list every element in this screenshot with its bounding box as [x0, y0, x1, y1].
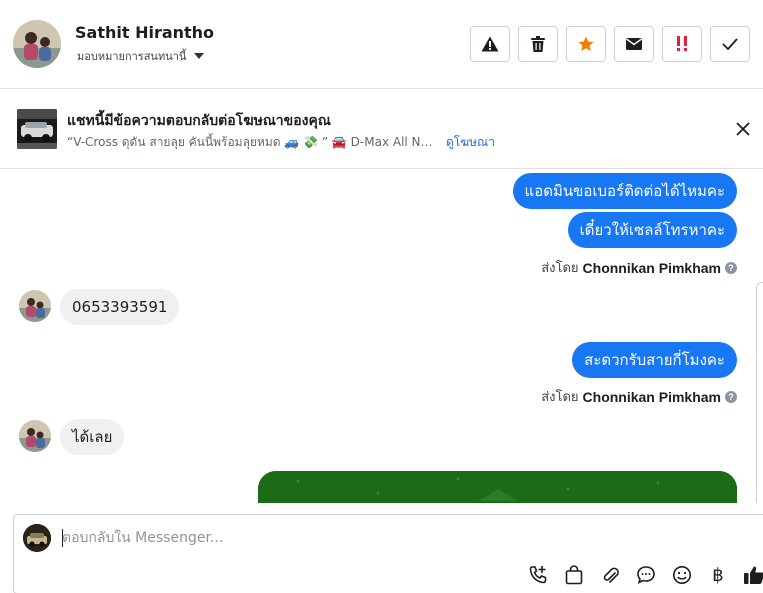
caret-down-icon — [194, 53, 205, 59]
help-icon[interactable]: ? — [725, 261, 737, 274]
contact-avatar[interactable] — [13, 20, 61, 68]
shop-button[interactable] — [556, 561, 592, 589]
contact-avatar-small — [19, 420, 51, 452]
view-ad-link[interactable]: ดูโฆษณา — [446, 133, 495, 152]
envelope-icon — [626, 38, 642, 50]
outgoing-image-message[interactable] — [258, 471, 737, 503]
call-add-button[interactable] — [520, 561, 556, 589]
message-composer: ฿ — [13, 514, 763, 593]
double-exclamation-icon — [677, 36, 687, 51]
star-icon — [578, 36, 594, 51]
mark-unread-button[interactable] — [614, 26, 654, 62]
sent-by-prefix: ส่งโดย — [541, 261, 579, 276]
assign-label: มอบหมายการสนทนานี้ — [77, 50, 187, 63]
incoming-message[interactable]: 0653393591 — [60, 289, 180, 325]
baht-icon: ฿ — [712, 564, 724, 586]
call-add-icon — [529, 566, 547, 584]
paperclip-icon — [603, 567, 619, 583]
outgoing-message[interactable]: สะดวกรับสายกี่โมงคะ — [572, 342, 737, 378]
sent-by-label: ส่งโดย Chonnikan Pimkham ? — [541, 386, 737, 407]
attach-file-button[interactable] — [592, 561, 628, 589]
chat-bubble-icon — [637, 566, 655, 585]
incoming-message[interactable]: ได้เลย — [60, 419, 125, 455]
delete-button[interactable] — [518, 26, 558, 62]
mark-done-button[interactable] — [710, 26, 750, 62]
message-thread[interactable]: แอดมินขอเบอร์ติดต่อได้ไหมคะ เดี๋ยวให้เซล… — [0, 170, 763, 503]
follow-up-button[interactable] — [662, 26, 702, 62]
star-button[interactable] — [566, 26, 606, 62]
conversation-header: Sathit Hirantho มอบหมายการสนทนานี้ — [0, 0, 763, 89]
outgoing-message[interactable]: เดี๋ยวให้เซลล์โทรหาคะ — [567, 212, 737, 248]
ad-thumbnail — [17, 109, 57, 149]
close-icon — [736, 122, 750, 136]
ad-banner-title: แชทนี้มีข้อความตอบกลับต่อโฆษณาของคุณ — [67, 113, 331, 129]
help-icon[interactable]: ? — [725, 390, 737, 403]
page-avatar — [23, 524, 51, 552]
contact-name: Sathit Hirantho — [75, 23, 215, 42]
reply-input[interactable] — [62, 527, 662, 549]
saved-replies-button[interactable] — [628, 561, 664, 589]
contact-avatar-small — [19, 290, 51, 322]
text-cursor — [62, 529, 63, 547]
report-spam-button[interactable] — [470, 26, 510, 62]
like-button[interactable] — [736, 561, 763, 589]
checkmark-icon — [722, 38, 738, 50]
sender-name: Chonnikan Pimkham — [582, 259, 721, 276]
sent-by-label: ส่งโดย Chonnikan Pimkham ? — [541, 257, 737, 278]
side-panel-handle[interactable] — [756, 282, 763, 503]
assign-conversation-dropdown[interactable]: มอบหมายการสนทนานี้ — [77, 47, 205, 65]
payment-button[interactable]: ฿ — [700, 561, 736, 589]
trash-icon — [531, 36, 545, 52]
close-banner-button[interactable] — [733, 119, 753, 139]
sender-name: Chonnikan Pimkham — [582, 388, 721, 405]
header-actions — [470, 26, 750, 62]
ad-reply-banner: แชทนี้มีข้อความตอบกลับต่อโฆษณาของคุณ “V-… — [0, 89, 763, 169]
ad-banner-subtitle: “V-Cross ดุดัน สายลุย คันนี้พร้อมลุยหมด … — [67, 135, 437, 149]
composer-toolbar: ฿ — [520, 561, 763, 589]
outgoing-message[interactable]: แอดมินขอเบอร์ติดต่อได้ไหมคะ — [512, 173, 737, 209]
thumbs-up-icon — [744, 566, 763, 584]
emoji-button[interactable] — [664, 561, 700, 589]
warning-icon — [481, 36, 499, 52]
emoji-icon — [673, 566, 691, 584]
sent-by-prefix: ส่งโดย — [541, 390, 579, 405]
shopping-bag-icon — [565, 565, 583, 585]
